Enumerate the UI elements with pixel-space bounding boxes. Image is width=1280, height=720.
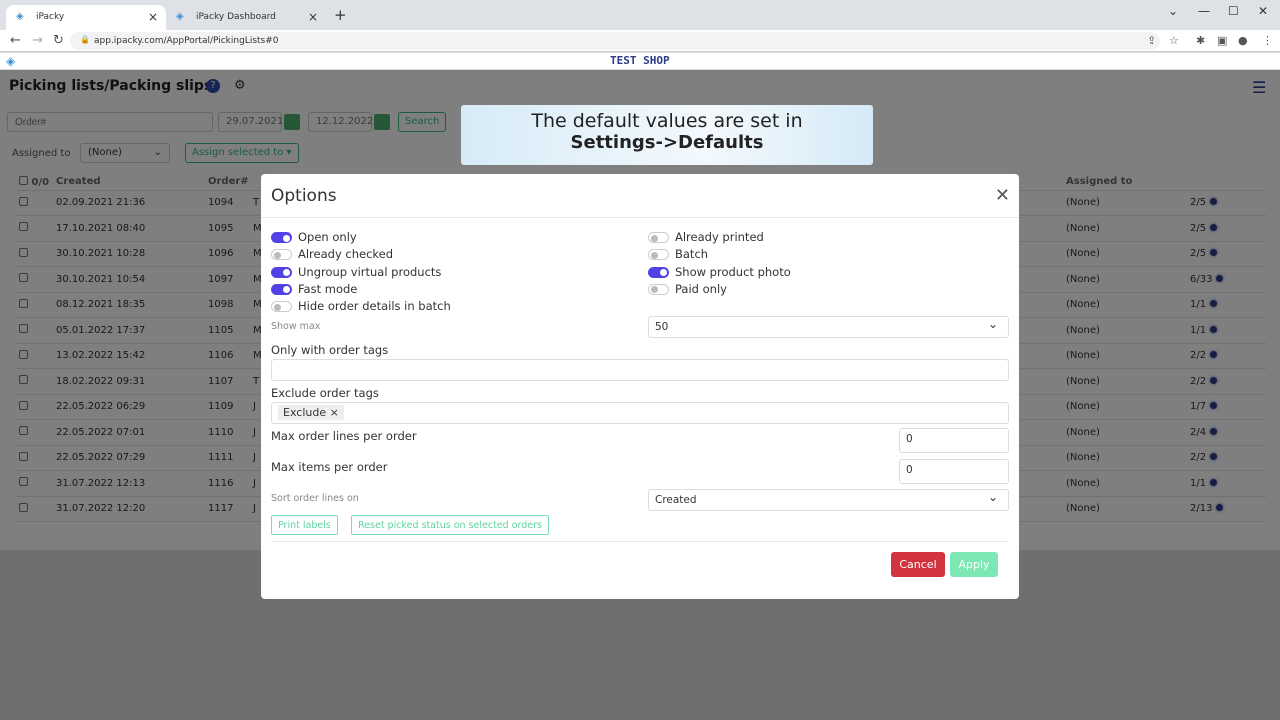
- toggle-label: Open only: [298, 230, 357, 244]
- address-bar-row: ← → ↻ 🔒 app.ipacky.com/AppPortal/PickingL…: [0, 30, 1280, 52]
- toggle-show-product-photo[interactable]: Show product photo: [648, 264, 791, 281]
- tip-line-1: The default values are set in: [531, 110, 803, 132]
- profile-icon[interactable]: ●: [1238, 34, 1248, 47]
- only-tags-label: Only with order tags: [271, 343, 389, 357]
- reset-picked-button[interactable]: Reset picked status on selected orders: [351, 515, 549, 535]
- close-window-button[interactable]: ✕: [1258, 4, 1268, 18]
- toggle-switch-icon[interactable]: [648, 232, 669, 243]
- tip-line-2: Settings->Defaults: [570, 132, 764, 153]
- toggle-already-checked[interactable]: Already checked: [271, 248, 393, 263]
- toggle-switch-icon[interactable]: [271, 283, 292, 295]
- ipacky-logo-icon[interactable]: ◈: [6, 54, 15, 68]
- divider: [261, 217, 1019, 218]
- cancel-button[interactable]: Cancel: [891, 552, 945, 577]
- url-text: app.ipacky.com/AppPortal/PickingLists#0: [94, 36, 279, 46]
- toggle-batch[interactable]: Batch: [648, 248, 708, 263]
- remove-tag-icon[interactable]: ×: [330, 406, 339, 419]
- show-max-select[interactable]: 50: [648, 316, 1009, 338]
- max-items-input[interactable]: 0: [899, 459, 1009, 484]
- bookmark-star-icon[interactable]: ☆: [1169, 34, 1179, 47]
- toggle-label: Show product photo: [675, 264, 791, 279]
- divider: [271, 541, 1008, 542]
- lock-icon: 🔒: [80, 35, 90, 44]
- toggle-switch-icon[interactable]: [271, 232, 292, 243]
- toggle-paid-only[interactable]: Paid only: [648, 281, 727, 298]
- browser-tab-strip: ◈ iPacky × ◈ iPacky Dashboard × + ⌄ — ☐ ✕: [0, 0, 1280, 30]
- close-icon[interactable]: ✕: [995, 185, 1010, 206]
- toggle-fast-mode[interactable]: Fast mode: [271, 281, 358, 298]
- toggle-switch-icon[interactable]: [648, 283, 669, 295]
- tab-label: iPacky: [36, 12, 65, 22]
- back-icon[interactable]: ←: [10, 33, 21, 48]
- tag-label: Exclude: [283, 406, 327, 419]
- toggle-hide-order-details-in-batch[interactable]: Hide order details in batch: [271, 300, 451, 315]
- tab-search-icon[interactable]: ⌄: [1168, 4, 1178, 18]
- sort-value: Created: [655, 494, 697, 506]
- toggle-switch-icon[interactable]: [271, 266, 292, 278]
- tab-ipacky[interactable]: ◈ iPacky ×: [6, 5, 166, 30]
- toggle-label: Batch: [675, 247, 709, 262]
- max-lines-input[interactable]: 0: [899, 428, 1009, 453]
- show-max-label: Show max: [271, 321, 321, 332]
- sort-label: Sort order lines on: [271, 493, 359, 504]
- tip-banner: The default values are set in Settings->D…: [461, 105, 873, 165]
- max-lines-label: Max order lines per order: [271, 429, 417, 443]
- new-tab-button[interactable]: +: [334, 6, 347, 24]
- maximize-button[interactable]: ☐: [1228, 4, 1239, 18]
- print-labels-button[interactable]: Print labels: [271, 515, 338, 535]
- toggle-switch-icon[interactable]: [271, 249, 292, 261]
- toggle-label: Ungroup virtual products: [298, 264, 442, 279]
- exclude-tags-input[interactable]: Exclude ×: [271, 402, 1009, 424]
- toggle-label: Fast mode: [298, 281, 358, 296]
- only-tags-input[interactable]: [271, 359, 1009, 381]
- toggle-ungroup-virtual-products[interactable]: Ungroup virtual products: [271, 264, 442, 281]
- toggle-label: Already checked: [298, 247, 394, 262]
- side-panel-icon[interactable]: ▣: [1217, 34, 1227, 47]
- forward-icon[interactable]: →: [32, 33, 43, 48]
- sort-select[interactable]: Created: [648, 489, 1009, 511]
- toggle-open-only[interactable]: Open only: [271, 231, 357, 246]
- reload-icon[interactable]: ↻: [53, 33, 64, 48]
- tab-label: iPacky Dashboard: [196, 12, 276, 22]
- ipacky-favicon-icon: ◈: [176, 11, 184, 22]
- extensions-icon[interactable]: ✱: [1196, 34, 1205, 47]
- close-tab-icon[interactable]: ×: [308, 10, 318, 24]
- toggle-label: Already printed: [675, 230, 764, 244]
- show-max-value: 50: [655, 321, 669, 333]
- share-icon[interactable]: ⇪: [1147, 34, 1156, 47]
- shop-name: TEST SHOP: [610, 54, 670, 67]
- apply-button[interactable]: Apply: [950, 552, 998, 577]
- app-top-bar: ◈ TEST SHOP: [0, 53, 1280, 70]
- exclude-tags-label: Exclude order tags: [271, 386, 379, 400]
- max-items-label: Max items per order: [271, 460, 388, 474]
- toggle-switch-icon[interactable]: [271, 301, 292, 313]
- url-input[interactable]: 🔒 app.ipacky.com/AppPortal/PickingLists#0: [70, 32, 1160, 50]
- ipacky-favicon-icon: ◈: [16, 11, 24, 22]
- toggle-switch-icon[interactable]: [648, 266, 669, 278]
- toggle-switch-icon[interactable]: [648, 249, 669, 261]
- toggle-label: Paid only: [675, 281, 727, 296]
- tab-ipacky-dashboard[interactable]: ◈ iPacky Dashboard ×: [166, 5, 326, 30]
- menu-kebab-icon[interactable]: ⋮: [1262, 34, 1273, 47]
- options-modal: Options ✕ Open only Already checked Ungrou…: [261, 174, 1019, 599]
- minimize-button[interactable]: —: [1198, 4, 1210, 18]
- modal-title: Options: [271, 186, 337, 206]
- tag-chip: Exclude ×: [278, 405, 344, 420]
- close-tab-icon[interactable]: ×: [148, 10, 158, 24]
- toggle-already-printed[interactable]: Already printed: [648, 231, 764, 246]
- toggle-label: Hide order details in batch: [298, 299, 451, 314]
